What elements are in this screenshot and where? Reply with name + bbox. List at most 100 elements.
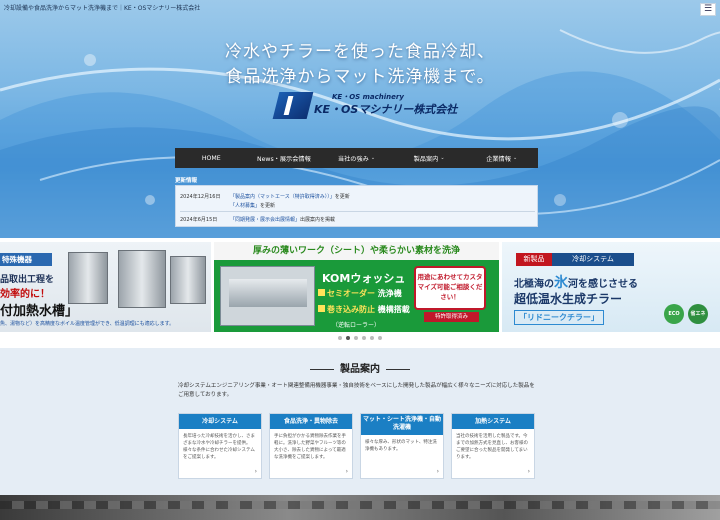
chevron-right-icon: › bbox=[254, 468, 257, 475]
banner-tag: 特殊機器 bbox=[0, 253, 52, 266]
card-body: 当社の技術を活用した製品です。今までの加熱方式を見直し、お客様のご要望に合った製… bbox=[456, 434, 528, 460]
product-card-mat-wash[interactable]: マット・シート洗浄機・自動洗濯機 様々な厚み、形状のマット、特注洗浄機もあります… bbox=[360, 413, 444, 479]
nav-label: 企業情報 bbox=[486, 155, 511, 163]
chevron-right-icon: › bbox=[527, 468, 530, 475]
feature-highlight: セミオーダー bbox=[327, 289, 375, 298]
tank-image bbox=[118, 250, 166, 308]
new-product-badge: 新製品 bbox=[516, 253, 552, 266]
card-body: 様々な厚み、形状のマット、特注洗浄機もあります。 bbox=[365, 440, 437, 452]
news-link[interactable]: 「製品案内（マットエース（特許取得済み））」 bbox=[230, 194, 335, 200]
company-logo[interactable]: KE・OS machinery KE・OSマシナリー株式会社 bbox=[272, 92, 457, 120]
banner-heading: 付加熱水槽」 bbox=[0, 304, 79, 319]
site-tagline: 冷却設備や食品洗浄からマット洗浄機まで｜KE・OSマシナリー株式会社 bbox=[4, 5, 201, 12]
global-nav: HOME News・展示会情報 当社の強み ⌄ 製品案内 ⌄ 企業情報 ⌄ bbox=[175, 148, 538, 168]
news-date: 2024年12月16日 bbox=[180, 194, 221, 200]
chevron-down-icon: ⌄ bbox=[440, 155, 445, 161]
product-card-heating[interactable]: 加熱システム 当社の技術を活用した製品です。今までの加熱方式を見直し、お客様のご… bbox=[451, 413, 535, 479]
menu-button[interactable]: ☰ bbox=[700, 3, 716, 16]
news-box: 2024年12月16日 「製品案内（マットエース（特許取得済み））」を更新 「人材… bbox=[175, 185, 538, 227]
card-title: マット・シート洗浄機・自動洗濯機 bbox=[361, 414, 443, 435]
feature-text: 機構搭載 bbox=[377, 305, 410, 314]
copy-text: 北極海の bbox=[514, 279, 554, 290]
carousel-dot[interactable] bbox=[362, 336, 366, 340]
checkbox-icon bbox=[318, 305, 325, 312]
banner-note: （逆転ローラー） bbox=[332, 322, 381, 329]
patent-badge: 特許取得済み bbox=[424, 312, 479, 322]
divider bbox=[180, 211, 535, 212]
nav-item-company[interactable]: 企業情報 ⌄ bbox=[465, 148, 538, 168]
hero-section: 冷却設備や食品洗浄からマット洗浄機まで｜KE・OSマシナリー株式会社 ☰ 冷水や… bbox=[0, 0, 720, 238]
logo-mark-icon bbox=[272, 92, 314, 119]
news-date: 2024年6月15日 bbox=[180, 217, 218, 223]
news-suffix: 出展案内を掲載 bbox=[300, 217, 336, 223]
chevron-down-icon: ⌄ bbox=[512, 155, 518, 161]
banner-chiller[interactable]: 新製品 冷却システム 北極海の氷河を感じさせる 超低温水生成チラー 「リドニーク… bbox=[502, 242, 720, 332]
news-section: 更新情報 2024年12月16日 「製品案内（マットエース（特許取得済み））」を更… bbox=[175, 176, 538, 227]
section-title: 製品案内 bbox=[0, 360, 720, 375]
product-card-cooling[interactable]: 冷却システム 長年培った冷却技術を活かし、さまざまな冷水や冷却チラーを提供。様々… bbox=[178, 413, 262, 479]
hamburger-icon: ☰ bbox=[703, 4, 713, 14]
card-body: 手に負担がかかる異物除去作業を手軽に。洗浄した野菜やフルーツ等の大小さ、除去した… bbox=[274, 434, 346, 460]
chevron-right-icon: › bbox=[436, 468, 439, 475]
banner-feature: セミオーダー 洗浄機 bbox=[318, 288, 402, 299]
nav-item-products[interactable]: 製品案内 ⌄ bbox=[393, 148, 466, 168]
carousel-dot[interactable] bbox=[338, 336, 342, 340]
product-name: 「リドニークチラー」 bbox=[514, 310, 604, 325]
logo-text: KE・OSマシナリー株式会社 bbox=[314, 103, 458, 116]
banner-text: 品取出工程を bbox=[0, 275, 55, 285]
products-section: 製品案内 冷却システムエンジニアリング事業・オート関連整備用機器事業・独自技術を… bbox=[0, 348, 720, 495]
card-title: 食品洗浄・異物除去 bbox=[270, 414, 352, 429]
news-suffix: を更新 bbox=[334, 194, 350, 200]
carousel-dot-active[interactable] bbox=[346, 336, 350, 340]
news-item: 2024年12月16日 「製品案内（マットエース（特許取得済み））」を更新 bbox=[180, 193, 350, 200]
product-card-food-wash[interactable]: 食品洗浄・異物除去 手に負担がかかる異物除去作業を手軽に。洗浄した野菜やフルーツ… bbox=[269, 413, 353, 479]
news-title: 更新情報 bbox=[175, 178, 198, 184]
nav-label: 製品案内 bbox=[413, 155, 439, 163]
nav-item-home[interactable]: HOME bbox=[175, 148, 248, 168]
banner-text: 効率的に！ bbox=[0, 289, 50, 300]
copy-text: 河を感じさせる bbox=[568, 279, 638, 290]
carousel-dot[interactable] bbox=[354, 336, 358, 340]
product-name: KOMウォッシュ bbox=[322, 272, 406, 285]
category-badge: 冷却システム bbox=[552, 253, 634, 266]
news-item: 2024年6月15日 「同期発展・展示会出展情報」出展案内を掲載 bbox=[180, 216, 335, 223]
copy-highlight: 氷 bbox=[554, 275, 568, 291]
hero-headline-2: 食品洗浄からマット洗浄機まで。 bbox=[225, 67, 495, 87]
banner-heading: 厚みの薄いワーク（シート）や柔らかい素材を洗浄 bbox=[214, 242, 499, 260]
carousel-dots bbox=[0, 336, 720, 340]
checkbox-icon bbox=[318, 289, 325, 296]
section-intro: 冷却システムエンジニアリング事業・オート関連整備用機器事業・独自技術をベースにし… bbox=[178, 383, 535, 398]
banner-heading: 超低温水生成チラー bbox=[514, 292, 623, 306]
energy-saving-icon: 省エネ bbox=[688, 304, 708, 324]
card-body: 長年培った冷却技術を活かし、さまざまな冷水や冷却チラーを提供。様々な条件に合わせ… bbox=[183, 434, 255, 460]
news-link[interactable]: 「同期発展・展示会出展情報」 bbox=[230, 217, 300, 223]
feature-highlight: 巻き込み防止 bbox=[327, 305, 375, 314]
hero-headline-1: 冷水やチラーを使った食品冷却、 bbox=[225, 42, 495, 62]
card-title: 冷却システム bbox=[179, 414, 261, 429]
footer-factory-image bbox=[0, 495, 720, 520]
card-title: 加熱システム bbox=[452, 414, 534, 429]
eco-badge-icon: ECO bbox=[664, 304, 684, 324]
nav-item-strengths[interactable]: 当社の強み ⌄ bbox=[320, 148, 393, 168]
tank-image bbox=[170, 256, 206, 304]
nav-label: 当社の強み bbox=[337, 155, 369, 163]
banner-caption: 魚、湯物など）を高精度なボイル温度管理ができ、低温調理にも適応します。 bbox=[0, 321, 175, 327]
nav-item-news[interactable]: News・展示会情報 bbox=[248, 148, 321, 168]
feature-text: 洗浄機 bbox=[377, 289, 402, 298]
banner-feature: 巻き込み防止 機構搭載 bbox=[318, 304, 410, 315]
banner-heated-tank[interactable]: 特殊機器 品取出工程を 効率的に！ 付加熱水槽」 魚、湯物など）を高精度なボイル… bbox=[0, 242, 211, 332]
washer-image bbox=[220, 266, 315, 326]
news-link[interactable]: 「人材募集」 bbox=[230, 203, 260, 209]
banner-copy: 北極海の氷河を感じさせる bbox=[514, 272, 638, 292]
chevron-down-icon: ⌄ bbox=[370, 155, 376, 161]
tank-image bbox=[68, 252, 108, 304]
news-suffix: を更新 bbox=[260, 203, 276, 209]
custom-bubble: 用途にあわせてカスタマイズ可能ご相談ください！ bbox=[414, 266, 486, 310]
nav-label: News・展示会情報 bbox=[256, 155, 311, 163]
chevron-right-icon: › bbox=[345, 468, 348, 475]
banner-carousel: 特殊機器 品取出工程を 効率的に！ 付加熱水槽」 魚、湯物など）を高精度なボイル… bbox=[0, 238, 720, 348]
banner-kom-wash[interactable]: 厚みの薄いワーク（シート）や柔らかい素材を洗浄 KOMウォッシュ セミオーダー … bbox=[214, 242, 499, 332]
carousel-dot[interactable] bbox=[370, 336, 374, 340]
nav-label: HOME bbox=[201, 154, 221, 162]
carousel-dot[interactable] bbox=[378, 336, 382, 340]
